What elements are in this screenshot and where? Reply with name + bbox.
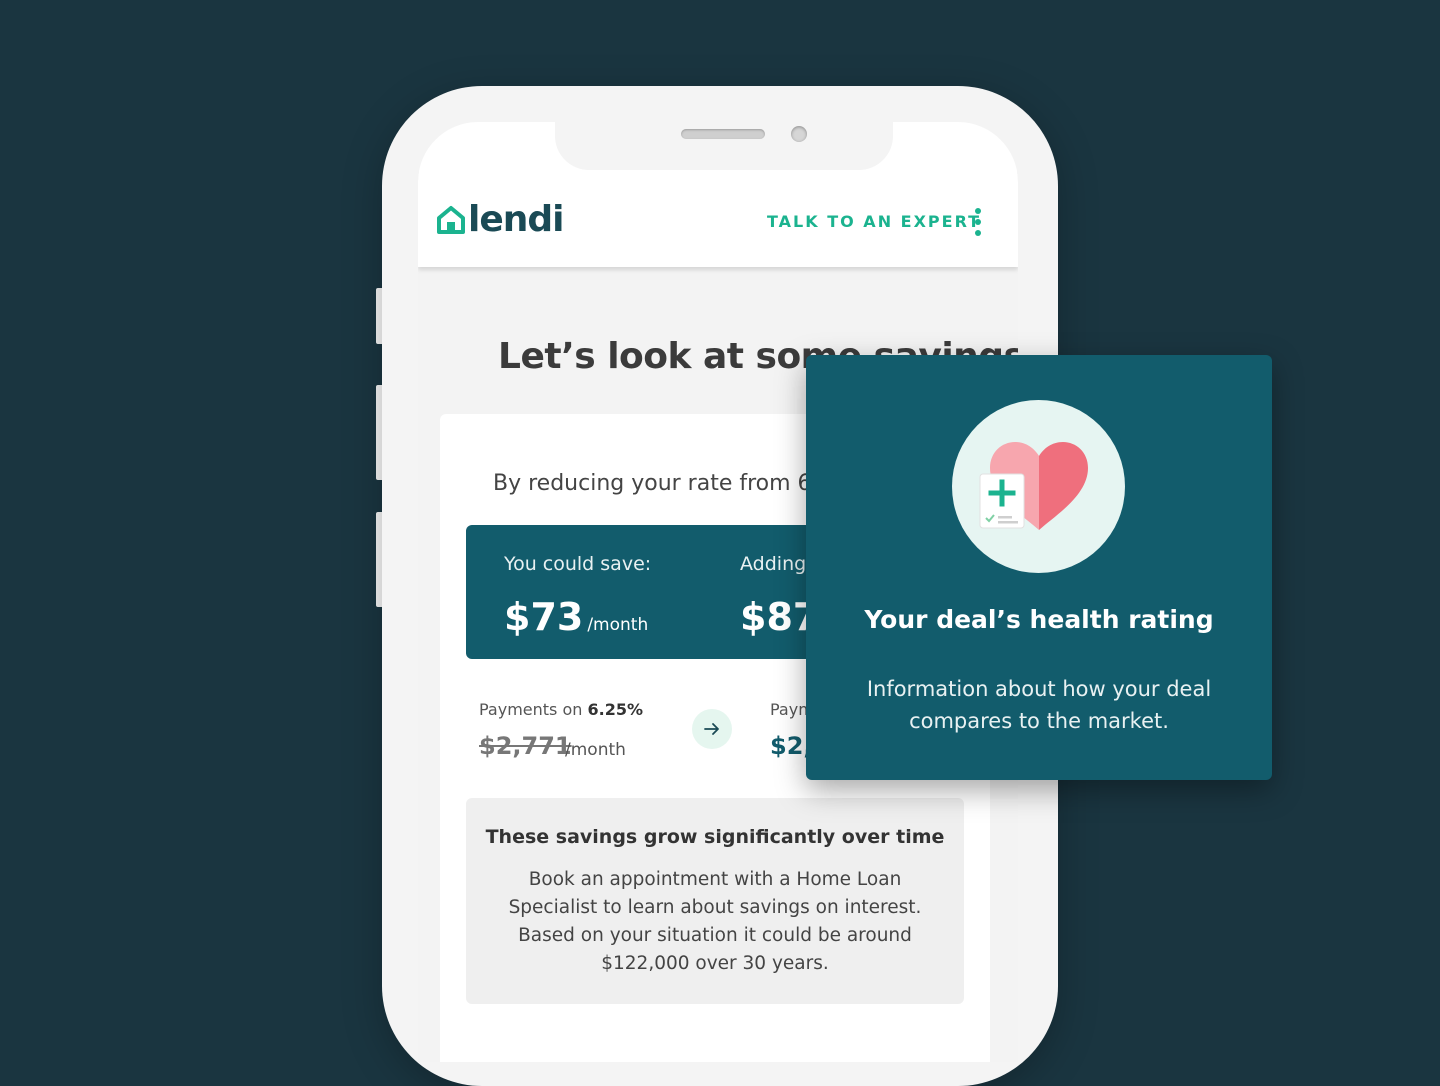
save-amount: $73 [504, 595, 584, 639]
info-title: These savings grow significantly over ti… [485, 826, 945, 848]
heart-health-icon [952, 400, 1125, 573]
phone-notch [555, 100, 893, 170]
rate-reduction-text: By reducing your rate from 6.2 [493, 471, 833, 496]
kebab-menu-icon[interactable] [974, 208, 982, 236]
payments-on-text: Payments on [479, 700, 588, 719]
current-payment-unit: /month [565, 740, 626, 760]
popup-body: Information about how your deal compares… [866, 677, 1212, 733]
talk-to-expert-link[interactable]: TALK TO AN EXPERT [767, 212, 981, 231]
current-rate: 6.25% [587, 700, 643, 719]
save-unit: /month [587, 615, 649, 635]
speaker-grille [681, 129, 765, 139]
save-amount-row: $73/month [504, 595, 648, 639]
house-icon [437, 206, 465, 234]
current-payment-label: Payments on 6.25% [479, 700, 643, 719]
logo-text: lendi [468, 199, 564, 240]
save-label: You could save: [504, 553, 652, 575]
arrow-right-icon [692, 709, 732, 749]
info-body: Book an appointment with a Home Loan Spe… [508, 869, 922, 974]
lendi-logo[interactable]: lendi [436, 202, 564, 238]
savings-info-box: These savings grow significantly over ti… [466, 798, 964, 1004]
current-payment-amount: $2,771 [479, 732, 572, 760]
front-camera [791, 126, 807, 142]
health-rating-popup: Your deal’s health rating Information ab… [806, 355, 1272, 780]
popup-title: Your deal’s health rating [864, 605, 1214, 634]
adding-label: Adding [740, 553, 807, 575]
